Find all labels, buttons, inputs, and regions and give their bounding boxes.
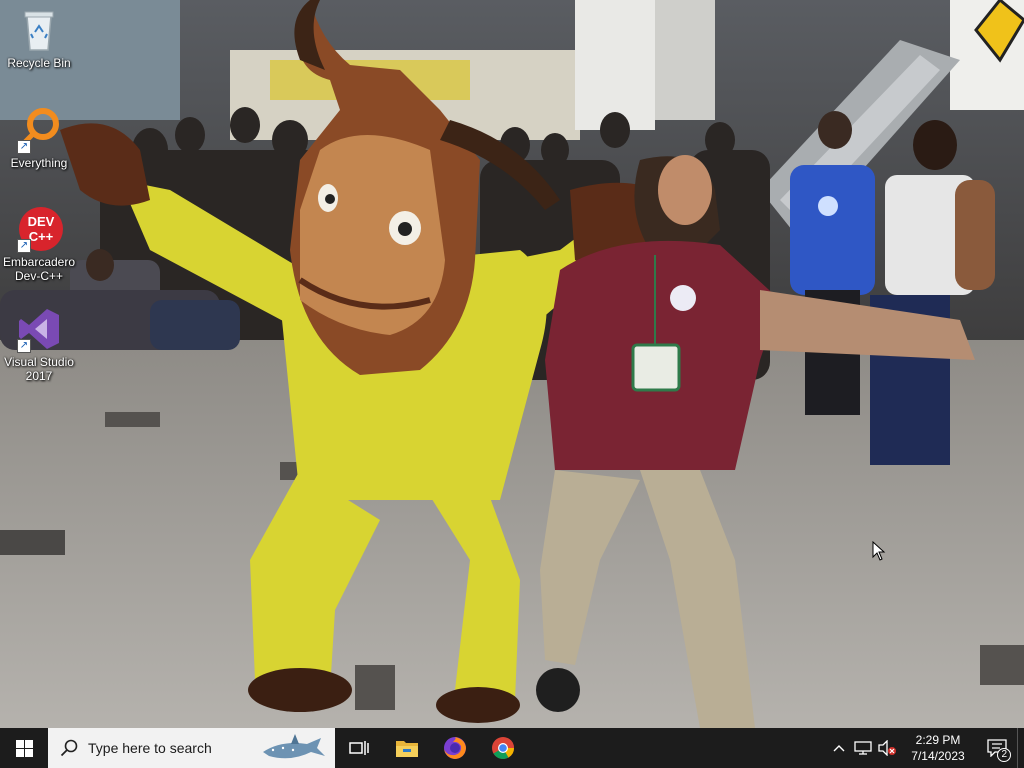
shortcut-arrow-icon: ↗ (17, 140, 31, 154)
devcpp-icon: DEV C++ ↗ (15, 205, 63, 253)
desktop-icon-visual-studio[interactable]: ↗ Visual Studio 2017 (1, 305, 77, 383)
firefox-icon (444, 737, 466, 759)
desktop-icon-label: Recycle Bin (7, 56, 71, 70)
desktop-icon-label: Embarcadero Dev-C++ (2, 255, 76, 283)
search-placeholder: Type here to search (88, 740, 212, 756)
volume-button[interactable] (875, 728, 899, 768)
task-view-icon (349, 741, 369, 755)
desktop-icon-label: Visual Studio 2017 (4, 355, 74, 383)
shortcut-arrow-icon: ↗ (17, 339, 31, 353)
visual-studio-icon: ↗ (15, 305, 63, 353)
windows-logo-icon (15, 739, 33, 757)
svg-text:C++: C++ (29, 229, 54, 244)
chevron-up-icon (833, 745, 845, 752)
desktop-icon-recycle-bin[interactable]: Recycle Bin (1, 6, 77, 70)
system-tray: 2:29 PM 7/14/2023 2 (827, 728, 1024, 768)
volume-muted-icon (878, 740, 896, 756)
desktop-wallpaper (0, 0, 1024, 728)
show-hidden-icons-button[interactable] (827, 728, 851, 768)
clock-time: 2:29 PM (915, 733, 961, 747)
taskbar-firefox-button[interactable] (431, 728, 479, 768)
recycle-bin-icon (15, 6, 63, 54)
taskbar-clock[interactable]: 2:29 PM 7/14/2023 (899, 732, 977, 764)
taskbar-chrome-button[interactable] (479, 728, 527, 768)
start-button[interactable] (0, 728, 48, 768)
clock-date: 7/14/2023 (911, 749, 965, 763)
chrome-icon (492, 737, 514, 759)
desktop-icon-everything[interactable]: ↗ Everything (1, 106, 77, 170)
mouse-cursor-icon (872, 541, 886, 561)
desktop-icon-devcpp[interactable]: DEV C++ ↗ Embarcadero Dev-C++ (1, 205, 77, 283)
show-desktop-button[interactable] (1017, 728, 1024, 768)
svg-text:DEV: DEV (28, 214, 55, 229)
everything-search-icon: ↗ (15, 106, 63, 154)
shortcut-arrow-icon: ↗ (17, 239, 31, 253)
taskbar-task-view-button[interactable] (335, 728, 383, 768)
taskbar-file-explorer-button[interactable] (383, 728, 431, 768)
taskbar: Type here to search 2:29 PM 7/14/2023 2 (0, 728, 1024, 768)
taskbar-search-box[interactable]: Type here to search (48, 728, 335, 768)
network-icon (854, 741, 872, 755)
search-icon (60, 739, 78, 757)
notification-count-badge: 2 (997, 748, 1011, 762)
whale-shark-search-highlight-icon (263, 734, 325, 759)
folder-icon (396, 741, 418, 757)
network-button[interactable] (851, 728, 875, 768)
action-center-button[interactable]: 2 (977, 728, 1017, 768)
desktop-icon-label: Everything (10, 156, 68, 170)
